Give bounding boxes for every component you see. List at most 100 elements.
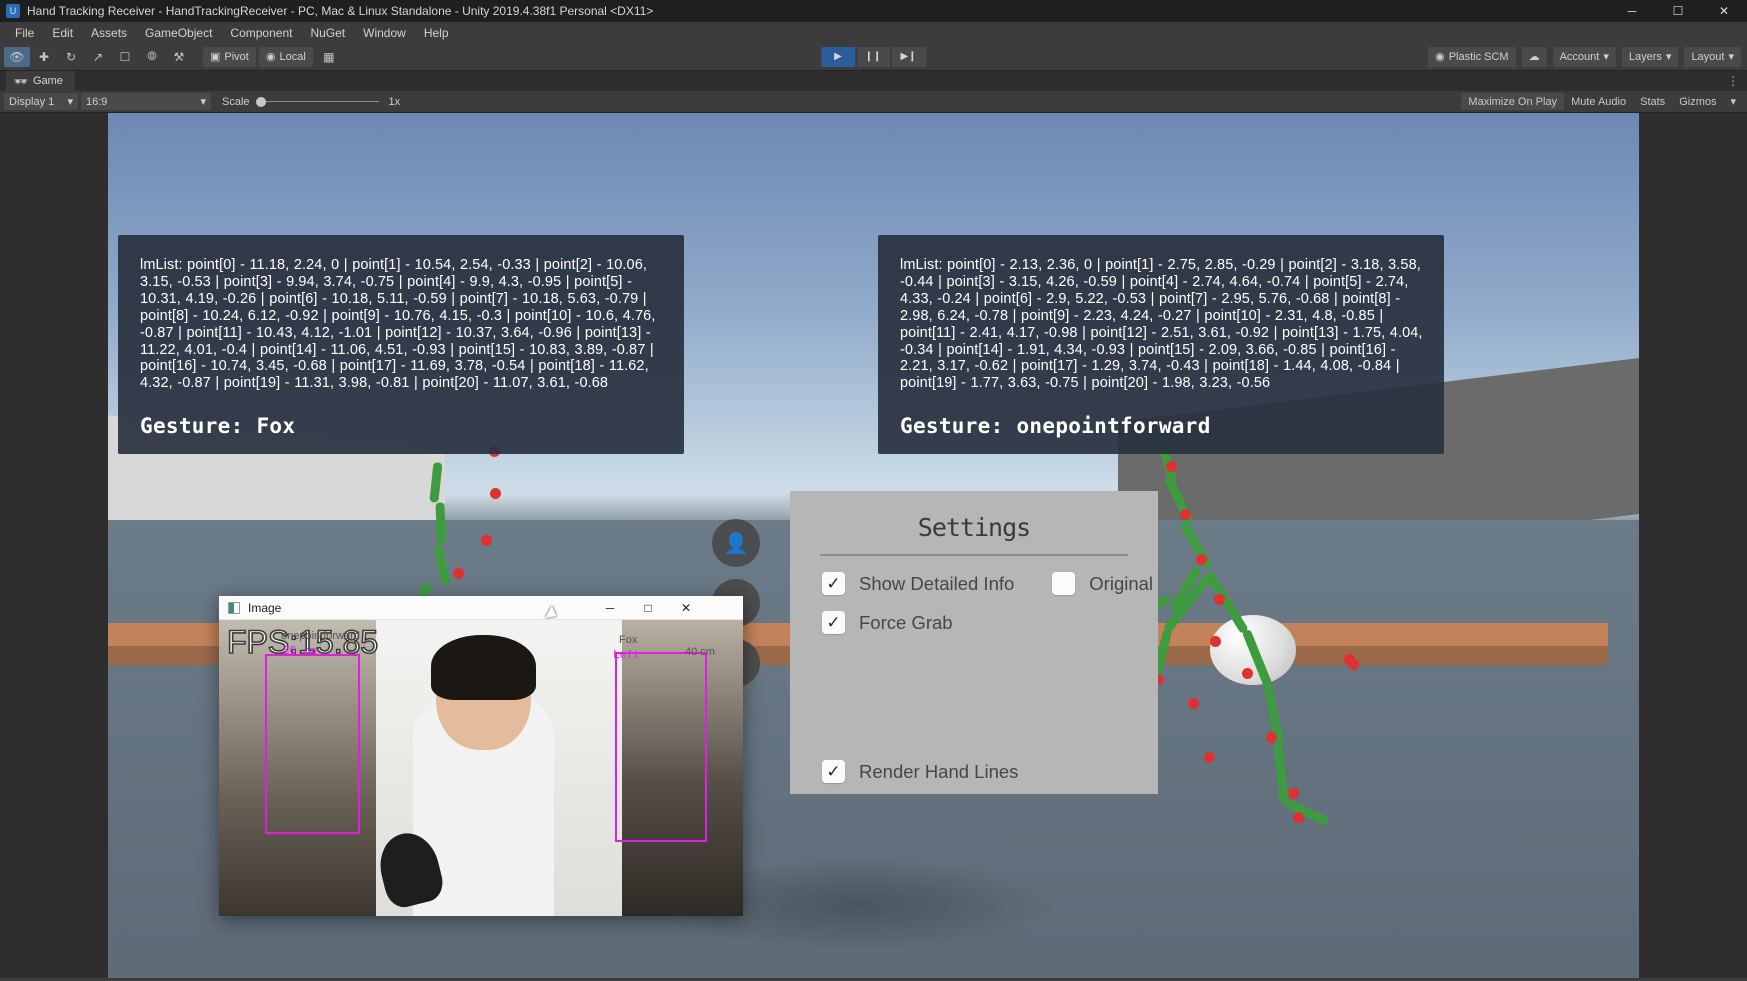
panel-menu-icon[interactable]: ⋮ <box>1727 74 1739 88</box>
cloud-icon[interactable]: ☁ <box>1521 46 1547 67</box>
avatar-button[interactable]: 👤 <box>712 519 760 567</box>
hand-bounding-box-left <box>265 654 360 834</box>
rect-tool-icon[interactable]: ☐ <box>112 47 138 67</box>
gesture-label-left: Gesture: Fox <box>140 414 296 439</box>
pause-button[interactable]: ❙❙ <box>856 46 891 67</box>
pivot-icon: ▣ <box>210 51 221 63</box>
label-original: Original <box>1089 572 1154 594</box>
game-viewport[interactable]: lmList: point[0] - 11.18, 2.24, 0 | poin… <box>0 113 1747 978</box>
window-title-bar: U Hand Tracking Receiver - HandTrackingR… <box>0 0 1747 22</box>
hand-bounding-box-right <box>615 652 707 842</box>
maximize-on-play-toggle[interactable]: Maximize On Play <box>1461 93 1565 110</box>
avatar-icon: 👤 <box>723 532 749 555</box>
globe-icon: ◉ <box>265 51 276 63</box>
lmlist-left: lmList: point[0] - 11.18, 2.24, 0 | poin… <box>140 257 656 392</box>
display-dropdown[interactable]: Display 1 ▾ <box>4 93 78 110</box>
image-maximize-button[interactable]: □ <box>629 596 667 620</box>
checkbox-original[interactable]: ✓ <box>1052 572 1076 595</box>
setting-row-show-detailed-info[interactable]: ✓ Show Detailed Info ✓ Original <box>822 572 1158 595</box>
hand-info-panel-right: lmList: point[0] - 2.13, 2.36, 0 | point… <box>878 235 1444 455</box>
minimize-button[interactable]: ─ <box>1609 0 1655 22</box>
checkbox-render-hand-lines[interactable]: ✓ <box>822 760 845 783</box>
maximize-button[interactable]: ☐ <box>1655 0 1701 22</box>
menu-item-nuget[interactable]: NuGet <box>301 24 354 42</box>
chevron-down-icon: ▾ <box>1728 51 1734 63</box>
menu-item-component[interactable]: Component <box>221 24 301 42</box>
chevron-down-icon: ▾ <box>200 96 206 108</box>
tab-game[interactable]: 🕶 Game <box>6 71 75 91</box>
game-view-toolbar: Display 1 ▾ 16:9 ▾ Scale 1x Maximize On … <box>0 91 1747 113</box>
image-window-title-bar[interactable]: Image ─ □ ✕ <box>219 596 743 620</box>
overlay-left-gesture: onepointforward <box>281 630 360 642</box>
checkbox-force-grab[interactable]: ✓ <box>822 611 845 634</box>
scale-slider[interactable] <box>255 93 381 110</box>
stats-toggle[interactable]: Stats <box>1633 93 1672 110</box>
gesture-label-right: Gesture: onepointforward <box>900 414 1211 439</box>
plastic-scm-button[interactable]: ◉ Plastic SCM <box>1428 46 1516 67</box>
settings-title: Settings <box>917 513 1031 542</box>
step-button[interactable]: ▶❙ <box>891 46 926 67</box>
scale-tool-icon[interactable]: ↗ <box>85 47 111 67</box>
layers-dropdown[interactable]: Layers ▾ <box>1621 46 1679 67</box>
setting-row-original[interactable]: ✓ Original <box>1052 572 1153 595</box>
chevron-down-icon: ▾ <box>1603 51 1609 63</box>
window-title: Hand Tracking Receiver - HandTrackingRec… <box>27 4 654 18</box>
game-controller-icon: 🕶 <box>14 75 28 88</box>
scale-value: 1x <box>388 95 401 108</box>
settings-divider <box>820 554 1128 556</box>
play-button[interactable]: ▶ <box>821 46 856 67</box>
lmlist-right: lmList: point[0] - 2.13, 2.36, 0 | point… <box>900 257 1423 392</box>
setting-row-force-grab[interactable]: ✓ Force Grab <box>822 611 1158 634</box>
grid-snap-icon[interactable]: ▦ <box>316 47 342 67</box>
layout-dropdown[interactable]: Layout ▾ <box>1684 46 1741 67</box>
menu-item-edit[interactable]: Edit <box>43 24 82 42</box>
rotate-tool-icon[interactable]: ↻ <box>58 47 84 67</box>
layout-label: Layout <box>1691 50 1725 63</box>
image-window[interactable]: Image ─ □ ✕ FPS:15.85 onepointforward 20… <box>219 596 743 916</box>
menu-item-assets[interactable]: Assets <box>82 24 136 42</box>
setting-row-render-hand-lines[interactable]: ✓ Render Hand Lines <box>822 760 1158 783</box>
menu-bar: File Edit Assets GameObject Component Nu… <box>0 22 1747 43</box>
custom-tool-icon[interactable]: ⚒ <box>166 47 192 67</box>
local-label: Local <box>279 50 306 63</box>
pivot-label: Pivot <box>224 50 249 63</box>
close-button[interactable]: ✕ <box>1701 0 1747 22</box>
display-label: Display 1 <box>9 95 55 108</box>
account-dropdown[interactable]: Account ▾ <box>1552 46 1616 67</box>
image-window-title: Image <box>248 600 282 615</box>
webcam-person-hair <box>431 634 537 700</box>
pivot-toggle[interactable]: ▣ Pivot <box>203 46 256 67</box>
game-toolbar-right: Maximize On Play Mute Audio Stats Gizmos… <box>1461 93 1743 110</box>
plastic-label: Plastic SCM <box>1448 50 1509 63</box>
label-render-hand-lines: Render Hand Lines <box>859 760 1019 782</box>
chevron-down-icon[interactable]: ▾ <box>1723 93 1743 110</box>
menu-item-gameobject[interactable]: GameObject <box>136 24 221 42</box>
account-label: Account <box>1559 50 1600 63</box>
menu-item-file[interactable]: File <box>6 24 43 42</box>
move-tool-icon[interactable]: ✚ <box>31 47 57 67</box>
menu-item-help[interactable]: Help <box>415 24 458 42</box>
menu-item-window[interactable]: Window <box>354 24 415 42</box>
play-controls: ▶ ❙❙ ▶❙ <box>821 46 926 67</box>
overlay-right-gesture: Fox <box>619 634 638 646</box>
unity-app-icon: U <box>6 4 20 18</box>
game-tab-row: 🕶 Game ⋮ <box>0 71 1747 91</box>
hand-info-panel-left: lmList: point[0] - 11.18, 2.24, 0 | poin… <box>118 235 684 455</box>
image-minimize-button[interactable]: ─ <box>591 596 629 620</box>
window-controls: ─ ☐ ✕ <box>1609 0 1747 22</box>
settings-panel: Settings ✓ Show Detailed Info ✓ Original… <box>790 491 1158 794</box>
unity-toolbar: 👁 ✚ ↻ ↗ ☐ ⦾ ⚒ ▣ Pivot ◉ Local ▦ ▶ ❙❙ ▶❙ … <box>0 43 1747 71</box>
scale-slider-track <box>263 101 379 102</box>
checkbox-show-detailed-info[interactable]: ✓ <box>822 572 845 595</box>
overlay-left-distance: 20 cm <box>283 644 317 657</box>
aspect-dropdown[interactable]: 16:9 ▾ <box>81 93 211 110</box>
mute-audio-toggle[interactable]: Mute Audio <box>1564 93 1633 110</box>
image-close-button[interactable]: ✕ <box>667 596 705 620</box>
transform-tool-icon[interactable]: ⦾ <box>139 47 165 67</box>
local-toggle[interactable]: ◉ Local <box>258 46 313 67</box>
scale-slider-handle[interactable] <box>255 96 266 107</box>
gizmos-dropdown[interactable]: Gizmos <box>1672 93 1723 110</box>
hand-tool-icon[interactable]: 👁 <box>4 46 30 67</box>
toolbar-right-group: ◉ Plastic SCM ☁ Account ▾ Layers ▾ Layou… <box>1428 46 1741 67</box>
webcam-feed: FPS:15.85 onepointforward 20 cm Fox Left… <box>219 620 743 916</box>
